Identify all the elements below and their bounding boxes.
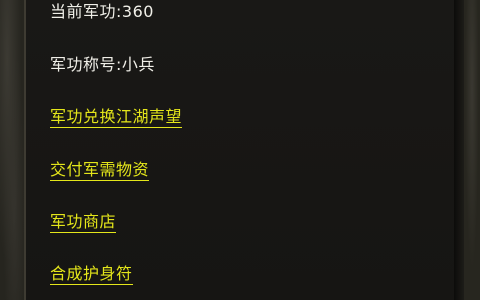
merit-title-row: 军功称号:小兵 [50,54,155,76]
option-merit-shop[interactable]: 军功商店 [50,211,117,233]
merit-title-value: 小兵 [121,55,155,74]
background-right [464,0,480,300]
background-left [0,0,24,300]
option-merit-shop-label[interactable]: 军功商店 [50,212,117,233]
option-deliver-supplies-label[interactable]: 交付军需物资 [50,160,150,181]
option-exchange-reputation-label[interactable]: 军功兑换江湖声望 [50,107,183,128]
current-merit-row: 当前军功:360 [50,1,154,23]
option-deliver-supplies[interactable]: 交付军需物资 [50,159,150,181]
merit-dialog-panel [24,0,464,300]
merit-title-label: 军功称号: [50,55,122,74]
current-merit-value: 360 [121,2,154,21]
option-craft-amulet-label[interactable]: 合成护身符 [50,264,133,285]
option-exchange-reputation[interactable]: 军功兑换江湖声望 [50,106,183,128]
current-merit-label: 当前军功: [50,2,122,21]
panel-edge [454,0,464,300]
option-craft-amulet[interactable]: 合成护身符 [50,263,133,285]
